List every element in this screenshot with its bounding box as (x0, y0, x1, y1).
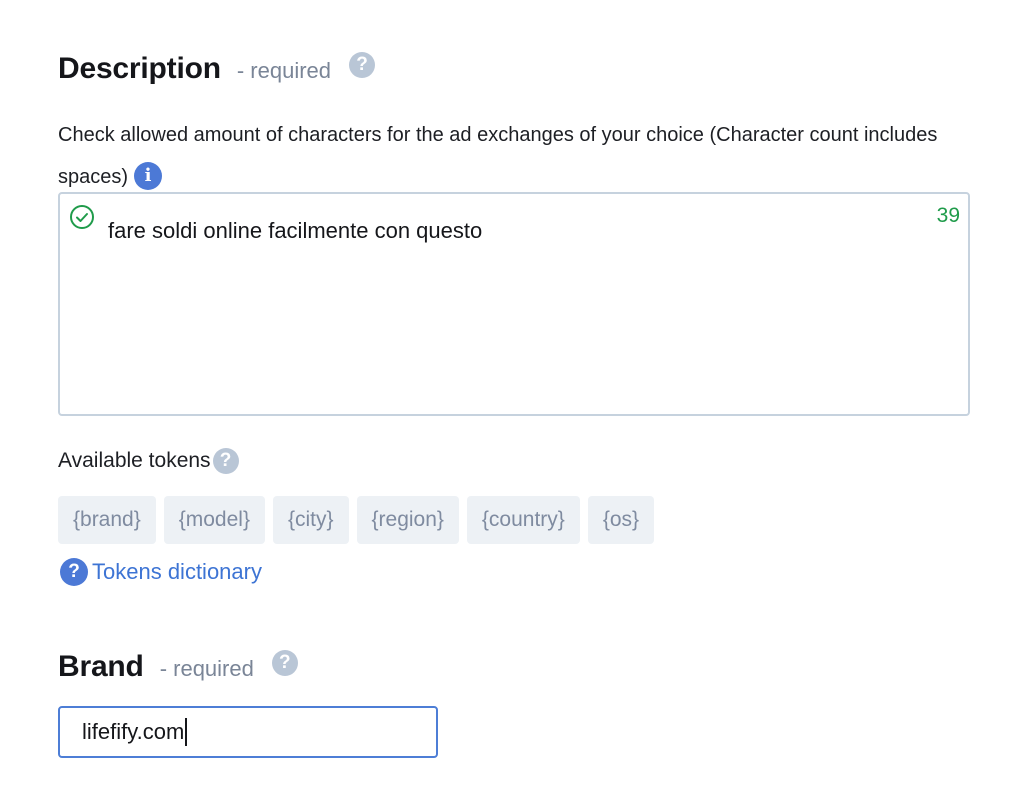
text-caret (185, 718, 188, 746)
brand-header: Brand - required ? (58, 650, 298, 684)
tokens-dictionary-label[interactable]: Tokens dictionary (92, 559, 262, 585)
brand-title: Brand (58, 650, 144, 683)
description-help-icon[interactable]: ? (349, 52, 375, 78)
description-title: Description (58, 52, 221, 85)
character-count: 39 (936, 204, 960, 227)
brand-value: lifefify.com (82, 719, 185, 744)
description-note: Check allowed amount of characters for t… (58, 114, 958, 198)
tokens-dictionary-link[interactable]: ? Tokens dictionary (60, 558, 262, 586)
description-textarea[interactable]: fare soldi online facilmente con questo … (58, 192, 970, 416)
token-region[interactable]: {region} (356, 496, 459, 544)
brand-help-icon[interactable]: ? (271, 650, 298, 676)
token-model[interactable]: {model} (163, 496, 265, 544)
description-header: Description - required ? (58, 52, 375, 86)
token-brand[interactable]: {brand} (58, 496, 156, 544)
available-tokens-label: Available tokens ? (58, 448, 239, 474)
token-os[interactable]: {os} (587, 496, 655, 544)
tokens-help-icon[interactable]: ? (212, 448, 239, 474)
brand-required-label: - required (159, 656, 254, 681)
brand-input[interactable]: lifefify.com (58, 706, 438, 758)
token-city[interactable]: {city} (272, 496, 349, 544)
info-icon[interactable]: i (134, 161, 163, 190)
description-required-label: - required (236, 58, 331, 83)
description-value: fare soldi online facilmente con questo (108, 218, 483, 243)
token-country[interactable]: {country} (466, 496, 580, 544)
description-note-text: Check allowed amount of characters for t… (58, 124, 938, 188)
available-tokens-text: Available tokens (58, 449, 211, 472)
check-circle-icon (70, 205, 94, 229)
question-circle-icon: ? (60, 558, 88, 586)
token-list: {brand} {model} {city} {region} {country… (58, 496, 662, 544)
